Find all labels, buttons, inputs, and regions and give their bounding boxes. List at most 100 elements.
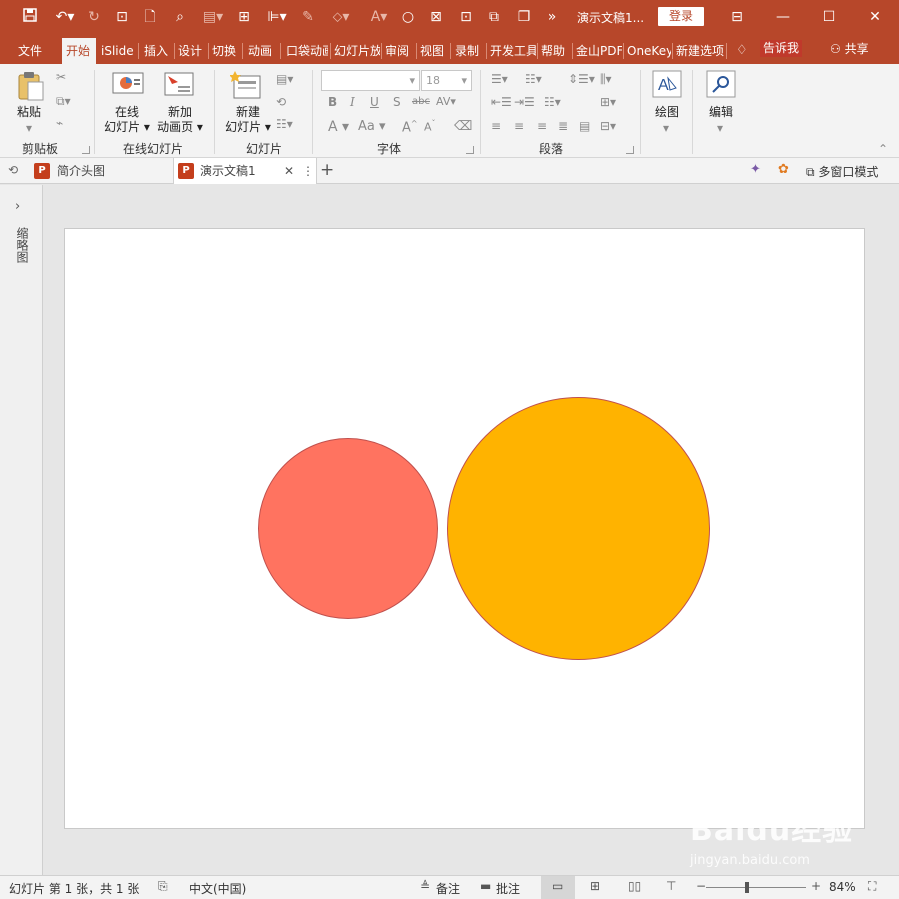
drawing-label[interactable]: 绘图 <box>652 105 682 120</box>
tab-design[interactable]: 设计 <box>174 38 208 64</box>
ribbon-display-icon[interactable]: ⊟ <box>714 0 760 34</box>
tab-file[interactable]: 文件 <box>14 38 48 64</box>
clipboard-launcher-icon[interactable] <box>82 146 90 154</box>
change-case-icon[interactable]: Aa ▾ <box>358 119 386 134</box>
paragraph-launcher-icon[interactable] <box>626 146 634 154</box>
paste-icon[interactable] <box>16 70 46 105</box>
magic-icon[interactable]: ✦ <box>750 162 761 177</box>
copy-format-icon[interactable]: ⧉▾ <box>56 94 71 109</box>
new-slide-label[interactable]: 新建 幻灯片 ▾ <box>224 105 272 135</box>
redo-icon[interactable]: ↻ <box>84 7 104 27</box>
cut-icon[interactable]: ✂ <box>56 70 66 84</box>
bullets-icon[interactable]: ☰▾ <box>491 72 508 86</box>
tab-slideshow[interactable]: 幻灯片放映 <box>330 38 380 64</box>
pen-icon[interactable]: ✎ <box>298 7 318 27</box>
fill-icon[interactable]: ⬦▾ <box>326 7 356 27</box>
save-icon[interactable] <box>20 7 40 27</box>
tab-review[interactable]: 审阅 <box>381 38 415 64</box>
expand-chevron-icon[interactable]: › <box>15 199 20 214</box>
login-button[interactable]: 登录 <box>658 7 704 26</box>
align-right-icon[interactable]: ≡ <box>537 119 547 133</box>
bold-icon[interactable]: B <box>328 95 337 109</box>
crop-icon[interactable]: ⊠ <box>426 7 446 27</box>
font-color-icon[interactable]: A▾ <box>366 7 392 27</box>
align-text-icon[interactable]: ⊞▾ <box>600 95 616 109</box>
doc-tab-intro[interactable]: 简介头图 <box>57 158 167 184</box>
drawing-dropdown-icon[interactable]: ▾ <box>663 121 669 135</box>
strikethrough-icon[interactable]: abc <box>412 96 430 107</box>
online-slide-icon[interactable] <box>112 72 144 101</box>
format-painter-icon[interactable]: ⌁ <box>56 116 63 130</box>
notes-icon[interactable]: ≜ <box>420 879 430 893</box>
tab-developer[interactable]: 开发工具 <box>486 38 536 64</box>
align-center-icon[interactable]: ≡ <box>514 119 524 133</box>
zoom-slider-thumb[interactable] <box>745 882 750 893</box>
copy-icon[interactable]: ❐ <box>514 7 534 27</box>
tab-animations[interactable]: 动画 <box>244 38 278 64</box>
print-preview-icon[interactable]: ⌕ <box>170 7 190 27</box>
font-color-dropdown-icon[interactable]: A ▾ <box>328 119 349 135</box>
smartart-icon[interactable]: ⊟▾ <box>600 119 616 133</box>
tab-onekey[interactable]: OneKey <box>623 38 671 64</box>
reset-icon[interactable]: ⟲ <box>276 95 286 109</box>
tab-help[interactable]: 帮助 <box>537 38 571 64</box>
editing-icon[interactable] <box>706 70 736 101</box>
increase-indent-icon[interactable]: ⇥☰ <box>514 95 535 109</box>
layout-icon[interactable]: ▤▾ <box>276 72 293 86</box>
notes-button[interactable]: 备注 <box>436 880 460 897</box>
tab-new-tab[interactable]: 新建选项卡 <box>672 38 724 64</box>
present-icon[interactable]: ⊡ <box>112 7 132 27</box>
fit-window-icon[interactable]: ⛶ <box>868 879 876 894</box>
align-icon[interactable]: ⊫▾ <box>264 7 290 27</box>
add-tab-icon[interactable]: + <box>320 160 334 180</box>
slideshow-icon[interactable]: ⊤ <box>666 879 676 893</box>
close-icon[interactable]: ✕ <box>852 0 898 34</box>
close-tab-icon[interactable]: ✕ <box>284 158 294 184</box>
new-animation-icon[interactable] <box>164 72 194 101</box>
new-file-icon[interactable]: 🗋 <box>140 7 160 27</box>
minimize-icon[interactable]: — <box>760 0 806 34</box>
normal-view-button[interactable]: ▭ <box>541 876 575 899</box>
maximize-icon[interactable]: ☐ <box>806 0 852 34</box>
new-animation-label[interactable]: 新加 动画页 ▾ <box>154 105 206 135</box>
comments-icon[interactable]: ▬ <box>480 879 491 893</box>
undo-icon[interactable]: ↶▾ <box>52 7 78 27</box>
font-size-dropdown-icon[interactable]: ▾ <box>461 71 467 90</box>
doc-tab-presentation[interactable]: P 演示文稿1 ✕ ⋮ <box>173 158 317 184</box>
tab-transitions[interactable]: 切换 <box>208 38 242 64</box>
spellcheck-icon[interactable]: ⎘ <box>158 879 168 894</box>
tab-home[interactable]: 开始 <box>62 38 96 64</box>
tab-insert[interactable]: 插入 <box>140 38 174 64</box>
language-label[interactable]: 中文(中国) <box>189 880 246 897</box>
tab-record[interactable]: 录制 <box>451 38 485 64</box>
font-size-box[interactable]: 18 ▾ <box>421 70 472 91</box>
justify-icon[interactable]: ≣ <box>558 119 568 133</box>
circle-shape-icon[interactable]: ○ <box>398 7 418 27</box>
reading-view-icon[interactable]: ▯▯ <box>628 879 641 893</box>
tab-menu-icon[interactable]: ⋮ <box>302 158 314 184</box>
paste-dropdown-icon[interactable]: ▾ <box>26 121 32 135</box>
editing-label[interactable]: 编辑 <box>706 105 736 120</box>
font-launcher-icon[interactable] <box>466 146 474 154</box>
font-name-box[interactable]: ▾ <box>321 70 420 91</box>
orange-circle-shape[interactable] <box>447 397 710 660</box>
tell-me-box[interactable]: 告诉我 <box>760 40 803 57</box>
text-direction-icon[interactable]: ☷▾ <box>544 95 561 109</box>
decrease-indent-icon[interactable]: ⇤☰ <box>491 95 512 109</box>
increase-font-icon[interactable]: A^ <box>402 119 418 135</box>
tab-islide[interactable]: iSlide <box>97 38 137 64</box>
red-circle-shape[interactable] <box>258 438 438 619</box>
comments-button[interactable]: 批注 <box>496 880 520 897</box>
clear-format-icon[interactable]: ⌫ <box>454 119 472 134</box>
align-left-icon[interactable]: ≡ <box>491 119 501 133</box>
share-button[interactable]: ⚇ 共享 <box>830 40 869 57</box>
zoom-level[interactable]: 84% <box>829 880 856 894</box>
numbering-icon[interactable]: ☷▾ <box>525 72 542 86</box>
section-icon[interactable]: ☷▾ <box>276 117 293 131</box>
distributed-icon[interactable]: ▤ <box>579 119 590 133</box>
char-spacing-icon[interactable]: AV▾ <box>436 95 456 108</box>
paste-label[interactable]: 粘贴 <box>17 105 41 120</box>
collapse-ribbon-icon[interactable]: ⌃ <box>878 142 888 156</box>
underline-icon[interactable]: U <box>370 95 379 109</box>
tab-view[interactable]: 视图 <box>416 38 450 64</box>
